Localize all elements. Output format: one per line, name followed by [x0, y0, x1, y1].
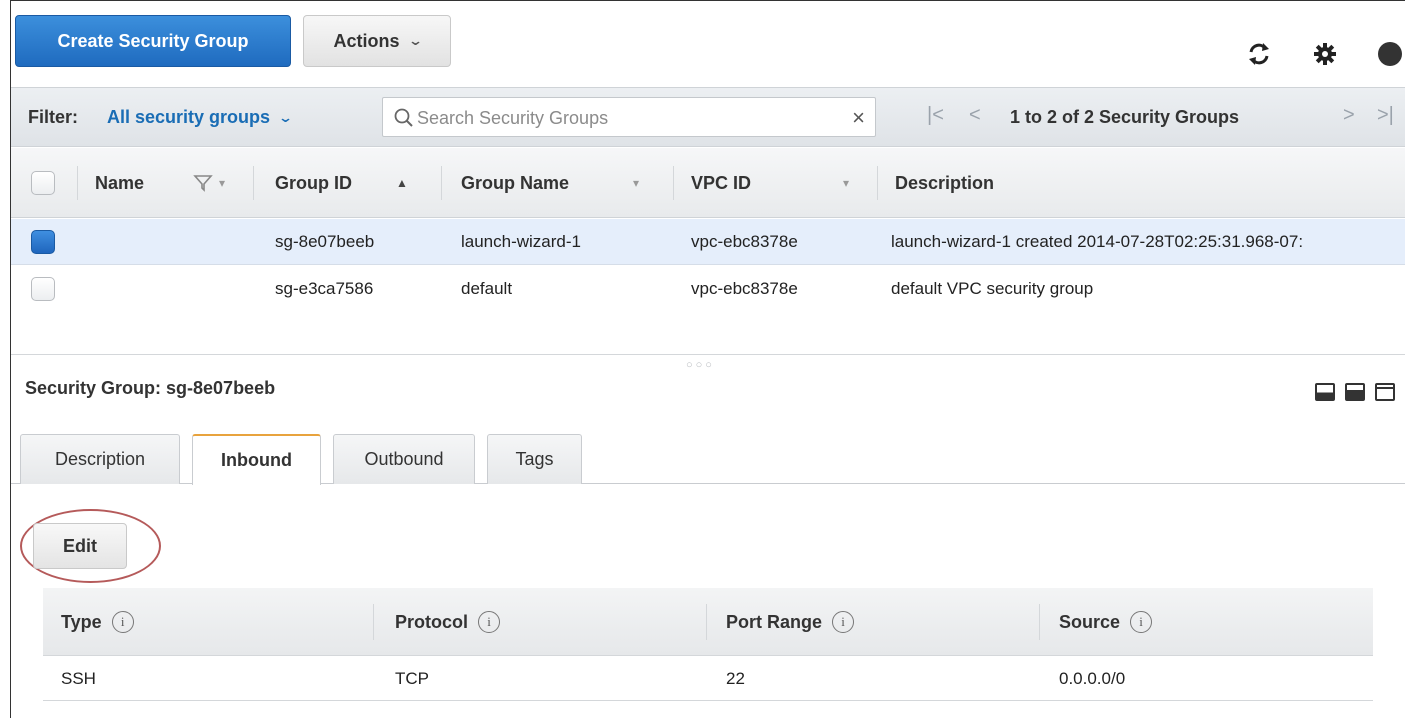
column-header-group-id[interactable]: Group ID ▲	[275, 148, 408, 218]
select-all-checkbox[interactable]	[31, 171, 55, 195]
rule-port-range-cell: 22	[726, 669, 745, 688]
chevron-down-icon: ⌄	[277, 109, 294, 125]
column-divider	[877, 166, 878, 200]
sort-icon: ▾	[633, 176, 640, 190]
column-header-name[interactable]: Name	[95, 148, 144, 218]
prev-page-icon[interactable]: <	[969, 104, 981, 127]
filter-icon[interactable]: ▾	[193, 148, 225, 218]
first-page-icon[interactable]: |<	[927, 104, 944, 127]
group-id-cell: sg-8e07beeb	[275, 232, 375, 251]
vpc-id-cell: vpc-ebc8378e	[691, 279, 798, 298]
search-input[interactable]	[417, 104, 827, 132]
layout-bottom-icon[interactable]	[1315, 383, 1335, 401]
column-label: Description	[895, 172, 995, 193]
row-checkbox[interactable]	[31, 277, 55, 301]
rule-protocol-cell: TCP	[395, 669, 429, 688]
info-icon[interactable]: i	[111, 611, 134, 633]
rules-table-header: Type i Protocol i Port Range i Source i	[43, 588, 1373, 656]
group-id-cell: sg-e3ca7586	[275, 279, 374, 298]
column-divider	[373, 604, 374, 640]
table-header: Name ▾ Group ID ▲ Group Name ▾ VPC ID ▾ …	[11, 148, 1405, 218]
next-page-icon[interactable]: >	[1343, 104, 1355, 127]
column-label: Source	[1059, 611, 1121, 632]
select-all-checkbox-cell	[31, 148, 55, 218]
info-icon[interactable]: i	[478, 611, 501, 633]
splitter-handle[interactable]: ○○○	[686, 359, 715, 371]
table-row[interactable]: sg-8e07beeb launch-wizard-1 vpc-ebc8378e…	[11, 219, 1405, 265]
help-icon[interactable]	[1375, 39, 1405, 69]
column-label: Group ID	[275, 172, 352, 193]
sort-ascending-icon: ▲	[396, 176, 408, 190]
column-header-group-name[interactable]: Group Name ▾	[461, 148, 639, 218]
column-divider	[253, 166, 254, 200]
toolbar: Create Security Group Actions ⌄	[11, 1, 1405, 87]
create-security-group-button[interactable]: Create Security Group	[15, 15, 291, 67]
rules-column-port-range: Port Range i	[726, 588, 855, 656]
pane-splitter[interactable]	[11, 354, 1405, 355]
filter-bar: Filter: All security groups ⌄ × |< < 1 t…	[11, 87, 1405, 147]
pagination-text: 1 to 2 of 2 Security Groups	[1010, 107, 1240, 127]
info-icon[interactable]: i	[832, 611, 855, 633]
sort-icon: ▾	[843, 176, 850, 190]
description-cell: default VPC security group	[891, 279, 1094, 298]
group-name-cell: default	[461, 279, 513, 298]
group-name-cell: launch-wizard-1	[461, 232, 581, 251]
column-divider	[1039, 604, 1040, 640]
rule-source-cell: 0.0.0.0/0	[1059, 669, 1126, 688]
detail-title: Security Group: sg-8e07beeb	[25, 378, 276, 398]
refresh-icon[interactable]	[1244, 39, 1274, 69]
filter-value: All security groups	[107, 107, 271, 127]
column-header-description[interactable]: Description	[895, 148, 994, 218]
filter-label: Filter:	[28, 107, 79, 127]
tab-outbound[interactable]: Outbound	[333, 434, 475, 484]
layout-toggle-group	[1315, 383, 1395, 401]
search-box: ×	[382, 97, 876, 137]
gear-icon[interactable]	[1310, 39, 1340, 69]
column-label: Port Range	[726, 611, 823, 632]
column-divider	[673, 166, 674, 200]
search-icon	[394, 108, 413, 127]
rules-column-protocol: Protocol i	[395, 588, 501, 656]
column-divider	[706, 604, 707, 640]
column-label: VPC ID	[691, 172, 752, 193]
last-page-icon[interactable]: >|	[1377, 104, 1394, 127]
table-row[interactable]: sg-e3ca7586 default vpc-ebc8378e default…	[11, 266, 1405, 312]
tab-tags[interactable]: Tags	[487, 434, 582, 484]
row-checkbox[interactable]	[31, 230, 55, 254]
actions-label: Actions	[333, 30, 400, 51]
rules-table-row: SSH TCP 22 0.0.0.0/0	[43, 657, 1373, 701]
column-divider	[77, 166, 78, 200]
actions-dropdown-button[interactable]: Actions ⌄	[303, 15, 451, 67]
column-label: Name	[95, 172, 145, 193]
rules-column-type: Type i	[61, 588, 134, 656]
layout-top-icon[interactable]	[1375, 383, 1395, 401]
column-header-vpc-id[interactable]: VPC ID ▾	[691, 148, 849, 218]
info-icon[interactable]: i	[1130, 611, 1153, 633]
chevron-down-icon: ▾	[219, 176, 226, 190]
rules-column-source: Source i	[1059, 588, 1153, 656]
column-divider	[441, 166, 442, 200]
layout-split-icon[interactable]	[1345, 383, 1365, 401]
close-icon[interactable]: ×	[852, 105, 865, 131]
tab-description[interactable]: Description	[20, 434, 180, 484]
description-cell: launch-wizard-1 created 2014-07-28T02:25…	[891, 232, 1304, 251]
tab-inbound[interactable]: Inbound	[192, 434, 321, 485]
column-label: Type	[61, 611, 102, 632]
column-label: Group Name	[461, 172, 570, 193]
vpc-id-cell: vpc-ebc8378e	[691, 232, 798, 251]
chevron-down-icon: ⌄	[407, 33, 423, 48]
column-label: Protocol	[395, 611, 469, 632]
edit-button[interactable]: Edit	[33, 523, 127, 569]
rule-type-cell: SSH	[61, 669, 96, 688]
filter-dropdown[interactable]: All security groups ⌄	[107, 107, 294, 128]
detail-tabs: Description Inbound Outbound Tags	[11, 434, 1405, 485]
